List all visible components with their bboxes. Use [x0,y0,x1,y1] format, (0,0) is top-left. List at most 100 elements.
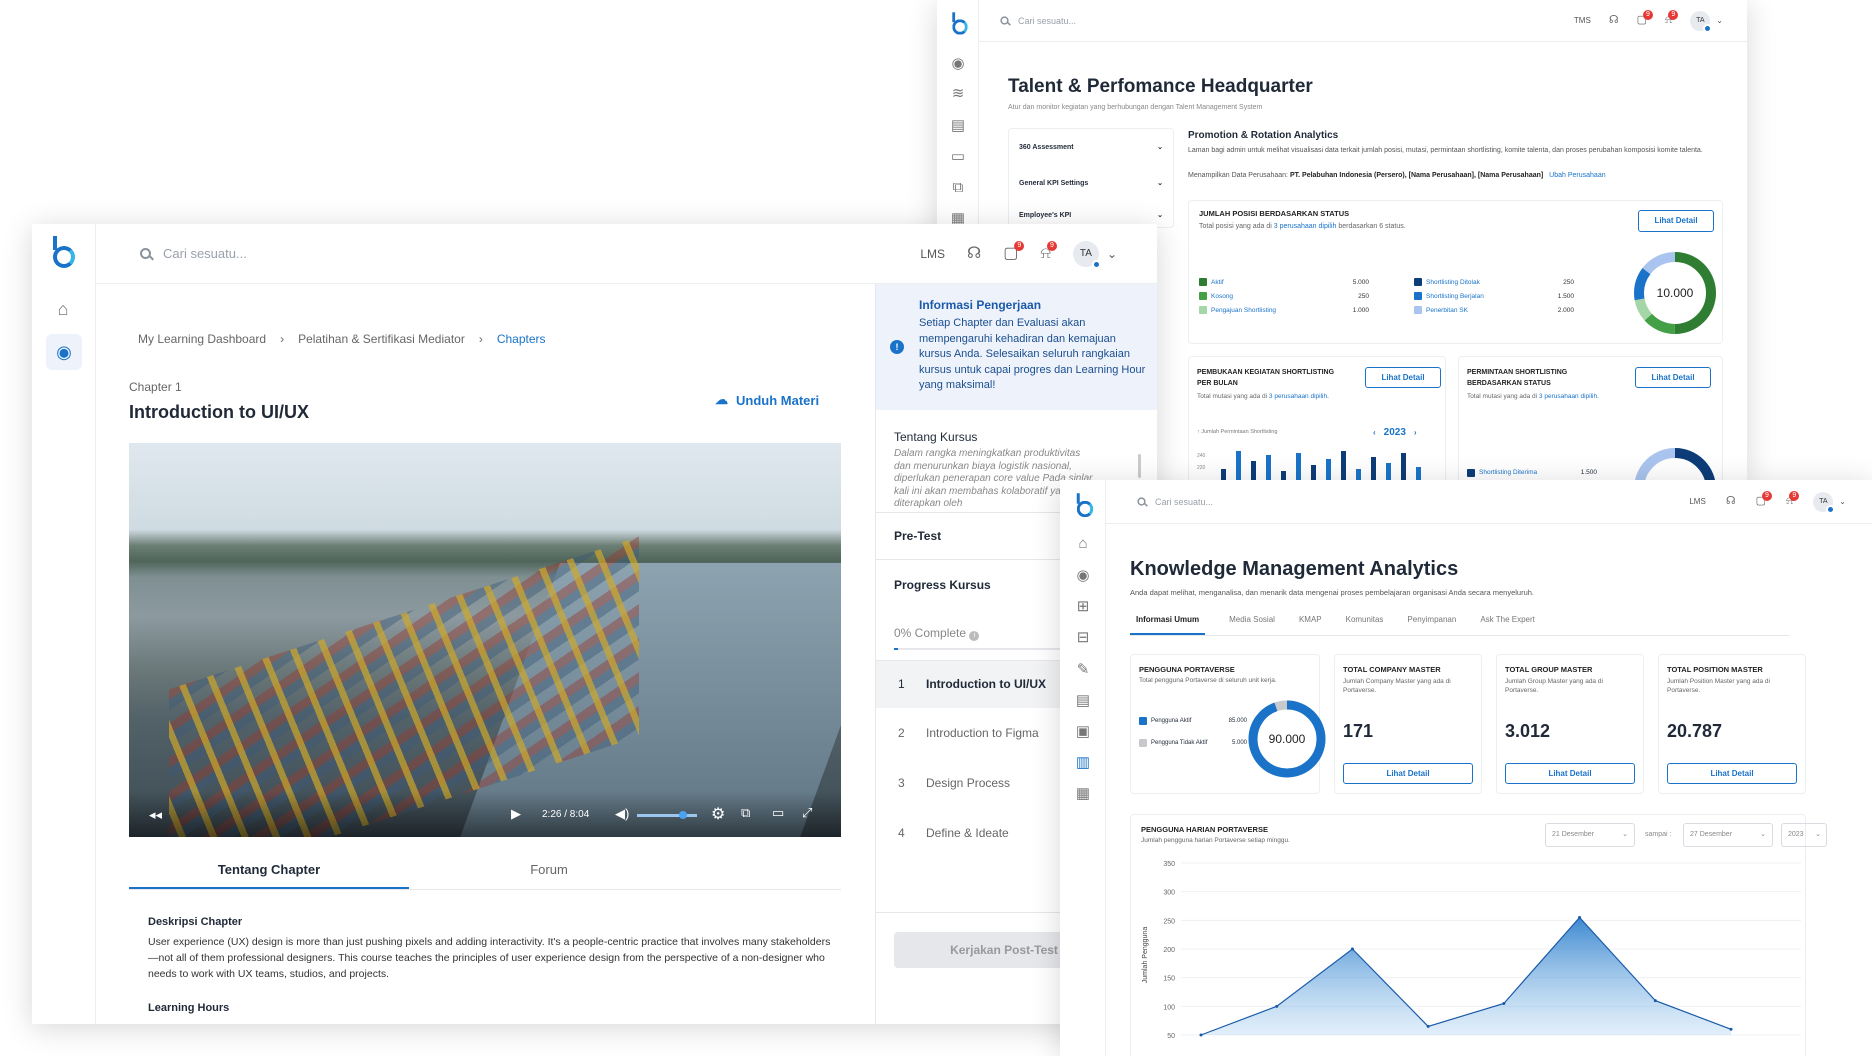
breadcrumb-item[interactable]: Pelatihan & Sertifikasi Mediator [298,332,465,346]
talent-search[interactable]: Cari sesuatu... [999,15,1076,26]
lms-label[interactable]: LMS [920,247,945,261]
chapter-tabs: Tentang Chapter Forum [129,856,841,890]
breadcrumb-item[interactable]: My Learning Dashboard [138,332,266,346]
profile-icon[interactable]: ◉ [46,334,82,370]
chat-icon[interactable]: ▢ 9 [1756,491,1772,507]
date-to-select[interactable]: 27 Desember ⌄ [1683,823,1773,847]
avatar[interactable]: TA [1072,240,1101,269]
bar [1266,455,1271,480]
unduh-materi-button[interactable]: ☁ Unduh Materi [715,392,819,408]
lms-label[interactable]: LMS [1689,497,1705,506]
search-icon [1000,16,1009,25]
posisi-title: JUMLAH POSISI BERDASARKAN STATUS [1199,209,1350,218]
lihat-detail-button[interactable]: Lihat Detail [1667,763,1797,784]
grid-icon[interactable]: ⊟ [1068,622,1098,652]
accordion: 360 Assessment ⌄ General KPI Settings ⌄ Em… [1008,128,1174,228]
hierarchy-icon[interactable]: ⧉ [943,172,973,202]
document-icon[interactable]: ▦ [1068,778,1098,808]
pembukaan-bars [1217,449,1437,480]
accordion-item[interactable]: General KPI Settings ⌄ [1009,165,1173,201]
volume-slider[interactable] [637,811,697,819]
chevron-down-icon[interactable]: ⌄ [1839,497,1846,506]
talent-search-input[interactable]: Cari sesuatu... [1018,16,1076,26]
play-icon[interactable]: ▶ [511,806,521,822]
chapter-title: Design Process [926,776,1011,790]
home-icon[interactable]: ⌂ [48,294,78,324]
info-title: Informasi Pengerjaan [919,298,1042,312]
profile-icon[interactable]: ◉ [943,48,973,78]
breadcrumb-current[interactable]: Chapters [497,332,546,346]
lihat-detail-button[interactable]: Lihat Detail [1343,763,1473,784]
fullscreen-icon[interactable]: ⤢ [802,805,812,821]
tab-tentang-chapter[interactable]: Tentang Chapter [129,856,409,889]
posisi-sub-link[interactable]: 3 perusahaan dipilih [1274,223,1337,230]
avatar[interactable]: TA [1690,10,1713,33]
tab-kmap[interactable]: KMAP [1299,608,1322,635]
stat-value: 3.012 [1505,721,1551,741]
headset-icon[interactable]: ☊ [1609,15,1619,26]
lihat-detail-button[interactable]: Lihat Detail [1505,763,1635,784]
rewind-icon[interactable]: ◂◂ [149,807,162,823]
tab-ask-the-expert[interactable]: Ask The Expert [1480,608,1535,635]
headset-icon[interactable]: ☊ [1726,496,1736,507]
tab-media-sosial[interactable]: Media Sosial [1229,608,1275,635]
chart-icon[interactable]: ≋ [943,78,973,108]
donut-total: 10.000 [1657,286,1694,300]
km-tabs: Informasi Umum Media Sosial KMAP Komunit… [1130,608,1790,636]
home-icon[interactable]: ⌂ [1068,528,1098,558]
scrollbar[interactable] [1138,454,1141,478]
bar [1326,459,1331,480]
y-tick: 220 [1197,465,1206,471]
posisi-sub-a: Total posisi yang ada di [1199,223,1272,230]
tab-komunitas[interactable]: Komunitas [1346,608,1384,635]
tms-label[interactable]: TMS [1574,16,1591,25]
pembukaan-card: PEMBUKAAN KEGIATAN SHORTLISTING PER BULA… [1188,356,1446,480]
popout-icon[interactable]: ⧉ [741,805,750,821]
date-from-select[interactable]: 21 Desember ⌄ [1545,823,1635,847]
grid-icon[interactable]: ⊞ [1068,591,1098,621]
avatar[interactable]: TA [1813,491,1836,514]
chat-badge: 9 [1014,240,1025,251]
gear-icon[interactable]: ⚙ [711,804,725,824]
accordion-item[interactable]: 360 Assessment ⌄ [1009,129,1173,165]
chevron-down-icon[interactable]: ⌄ [1107,247,1117,261]
cast-icon[interactable]: ▭ [772,805,784,821]
bell-icon[interactable]: ⍾ 9 [1040,240,1057,262]
tab-informasi-umum[interactable]: Informasi Umum [1130,608,1206,635]
bell-icon[interactable]: ⍾ 9 [1665,10,1679,26]
chapter-title: Introduction to UI/UX [129,402,309,422]
pengguna-card: PENGGUNA PORTAVERSE Total pengguna Porta… [1130,654,1326,794]
video-player[interactable]: ◂◂ ▶ 2:26 / 8:04 ◀) ⚙ ⧉ ▭ ⤢ [129,443,841,837]
chat-icon[interactable]: ▢ 9 [1003,240,1025,262]
briefcase-icon[interactable]: ▣ [1068,716,1098,746]
area-fill [1201,917,1731,1035]
headset-icon[interactable]: ☊ [967,245,981,262]
year-selector[interactable]: ‹ 2023 › [1373,427,1417,438]
lihat-detail-button[interactable]: Lihat Detail [1365,367,1441,388]
analytics-icon[interactable]: ▥ [1068,747,1098,777]
km-search-input[interactable]: Cari sesuatu... [1155,497,1213,507]
chevron-down-icon[interactable]: ⌄ [1716,16,1723,25]
folder-icon[interactable]: ▭ [943,141,973,171]
km-search[interactable]: Cari sesuatu... [1136,496,1213,507]
lihat-detail-button[interactable]: Lihat Detail [1635,367,1711,388]
lihat-detail-button[interactable]: Lihat Detail [1638,210,1714,232]
legend-item: Shortlisting Diterima 1.500 [1467,469,1597,477]
ubah-perusahaan-link[interactable]: Ubah Perusahaan [1549,172,1605,179]
tab-forum[interactable]: Forum [409,856,689,889]
tab-penyimpanan[interactable]: Penyimpanan [1407,608,1456,635]
bell-badge: 9 [1789,491,1800,501]
bell-icon[interactable]: ⍾ 9 [1786,491,1800,507]
clipboard-icon[interactable]: ▤ [943,110,973,140]
talent-topbar: Cari sesuatu... TMS ☊ ▢ 9 ⍾ 9 TA ⌄ [979,0,1747,42]
year-select[interactable]: 2023 ⌄ [1781,823,1827,847]
chapter-num: 2 [898,726,905,740]
stat-title: TOTAL COMPANY MASTER [1343,665,1441,674]
profile-icon[interactable]: ◉ [1068,560,1098,590]
chat-icon[interactable]: ▢ 9 [1637,10,1653,26]
volume-icon[interactable]: ◀) [615,806,629,822]
lms-search[interactable]: Cari sesuatu... [140,246,247,261]
edit-icon[interactable]: ✎ [1068,654,1098,684]
clipboard-icon[interactable]: ▤ [1068,685,1098,715]
lms-search-input[interactable]: Cari sesuatu... [163,246,247,261]
